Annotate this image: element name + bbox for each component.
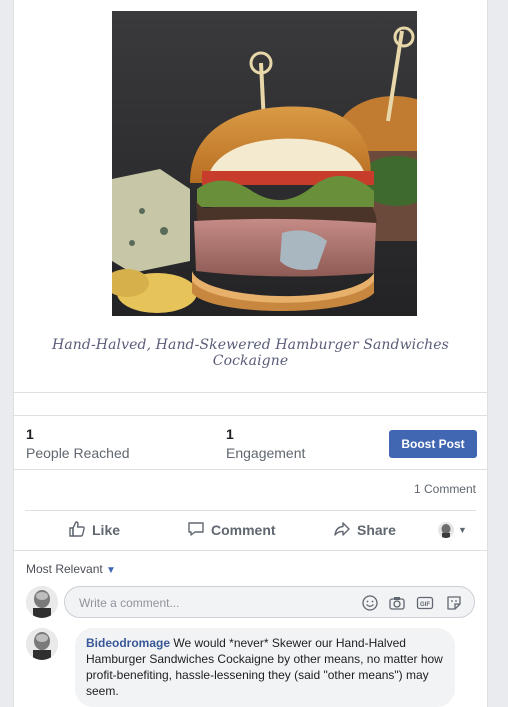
sort-label: Most Relevant [26, 562, 103, 576]
current-user-avatar[interactable] [26, 586, 58, 618]
profile-avatar-icon [438, 522, 454, 538]
engagement-value: 1 [226, 426, 234, 442]
emoji-icon[interactable] [361, 594, 379, 612]
divider [25, 510, 476, 511]
post-image[interactable] [112, 11, 417, 316]
commenter-avatar[interactable] [26, 628, 58, 660]
comment-count-link[interactable]: 1 Comment [414, 482, 476, 496]
boost-post-button[interactable]: Boost Post [389, 430, 477, 458]
sticker-icon[interactable] [445, 594, 463, 612]
share-arrow-icon [333, 520, 351, 541]
share-button[interactable]: Share [333, 519, 396, 541]
comment-sort-dropdown[interactable]: Most Relevant ▼ [26, 562, 116, 576]
post-card: Hand-Halved, Hand-Skewered Hamburger San… [13, 0, 488, 707]
chevron-down-icon: ▼ [458, 525, 467, 535]
caret-down-icon: ▼ [106, 565, 116, 576]
svg-text:GIF: GIF [420, 602, 430, 608]
like-button[interactable]: Like [68, 519, 120, 541]
comment-button[interactable]: Comment [187, 519, 276, 541]
divider [14, 469, 487, 470]
post-as-selector[interactable]: ▼ [438, 519, 467, 541]
hamburger-photo [112, 11, 417, 316]
people-reached-value: 1 [26, 426, 34, 442]
comment-bubble: Bideodromage We would *never* Skewer our… [75, 628, 455, 707]
divider [14, 415, 487, 416]
divider [14, 392, 487, 393]
comment-input[interactable] [77, 593, 351, 613]
divider [14, 550, 487, 551]
post-caption: Hand-Halved, Hand-Skewered Hamburger San… [52, 337, 449, 369]
camera-icon[interactable] [388, 594, 406, 612]
like-label: Like [92, 522, 121, 538]
comment-input-box[interactable]: GIF [64, 586, 475, 618]
comment-label: Comment [211, 522, 276, 538]
comment-author-link[interactable]: Bideodromage [86, 636, 170, 650]
share-label: Share [357, 522, 396, 538]
thumbs-up-icon [68, 520, 86, 541]
people-reached-label: People Reached [26, 445, 130, 461]
gif-icon[interactable]: GIF [416, 594, 434, 612]
comment-bubble-icon [187, 520, 205, 541]
engagement-label: Engagement [226, 445, 306, 461]
